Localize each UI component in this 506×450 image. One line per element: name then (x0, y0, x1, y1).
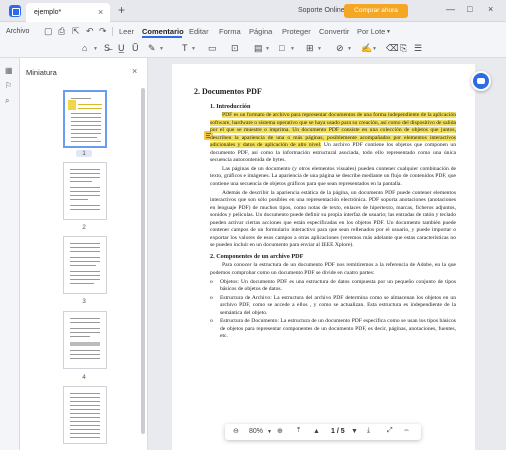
pdf-page: 2. Documentos PDF 1. Introducción PDF es… (172, 64, 475, 450)
text-tool-icon[interactable]: T (182, 43, 188, 53)
chevron-down-icon[interactable]: ▼ (347, 46, 352, 52)
thumbnail-number: 2 (82, 224, 86, 231)
comment-toolbar: ⌂ ▼ S̶ U̲ Ũ ✎ ▼ T ▼ ▭ ⊡ ▤ ▼ □ ▼ ⊞ ▼ ⊘ ▼ … (0, 40, 506, 58)
document-viewer: 2. Documentos PDF 1. Introducción PDF es… (148, 58, 506, 450)
ai-assistant-button[interactable] (471, 71, 491, 91)
pencil-icon[interactable]: ✎ (148, 43, 156, 54)
chevron-down-icon[interactable]: ▼ (191, 46, 196, 52)
tab-convertir[interactable]: Convertir (319, 27, 349, 36)
tab-close-icon[interactable]: × (98, 7, 103, 17)
panel-close-icon[interactable]: × (132, 66, 137, 76)
tab-forma[interactable]: Forma (219, 27, 241, 36)
chevron-down-icon[interactable]: ▼ (386, 29, 391, 35)
tab-leer[interactable]: Leer (119, 27, 134, 36)
thumbnail-number: 4 (82, 374, 86, 381)
document-heading: 2. Documentos PDF (194, 87, 262, 96)
share-icon[interactable]: ⇱ (72, 26, 80, 37)
left-icon-strip: ▦ ⚐ ⌕ (0, 58, 20, 450)
chevron-down-icon[interactable]: ▼ (267, 429, 272, 435)
highlight-mark (68, 100, 76, 110)
panel-title: Miniatura (26, 68, 57, 77)
menu-divider (112, 27, 113, 36)
section-heading: 1. Introducción (210, 102, 251, 110)
chevron-down-icon[interactable]: ▼ (159, 46, 164, 52)
fit-page-icon[interactable]: ⤢ (387, 427, 393, 435)
underline-icon[interactable]: U̲ (118, 43, 125, 53)
save-icon[interactable]: ▢ (44, 26, 53, 37)
next-page-icon[interactable]: ▼ (351, 428, 358, 435)
fit-width-icon[interactable]: ⇔ (403, 427, 410, 434)
thumbnail-page-3[interactable] (63, 236, 107, 294)
first-page-icon[interactable]: ⤒ (297, 427, 300, 435)
eraser-icon[interactable]: ⌫ (386, 43, 399, 54)
component-list: Objetos: Un documento PDF es una estruct… (194, 279, 456, 341)
attachment-icon[interactable]: ⎘ (400, 43, 407, 54)
tab-editar[interactable]: Editar (189, 27, 209, 36)
tab-por-lote[interactable]: Por Lote (357, 27, 385, 36)
shape-icon[interactable]: □ (279, 43, 284, 53)
undo-icon[interactable]: ↶ (86, 26, 94, 37)
menu-bar: Archivo ▢ ⎙ ⇱ ↶ ↷ Leer Comentario Editar… (0, 22, 506, 40)
tab-comentario[interactable]: Comentario (142, 27, 184, 36)
highlight-icon[interactable]: ⌂ (82, 43, 87, 53)
tab-pagina[interactable]: Página (249, 27, 272, 36)
archivo-menu[interactable]: Archivo (6, 28, 29, 35)
paragraph: Las páginas de un documento (y otros ele… (210, 165, 456, 188)
document-tab-label: ejemplo* (34, 9, 62, 16)
app-logo-icon (9, 5, 21, 17)
bookmark-icon[interactable]: ⚐ (5, 81, 12, 90)
signature-icon[interactable]: ✍ (361, 43, 372, 54)
buy-now-button[interactable]: Comprar ahora (344, 4, 408, 18)
chevron-down-icon[interactable]: ▼ (290, 46, 295, 52)
list-item: Objetos: Un documento PDF es una estruct… (210, 279, 456, 294)
redo-icon[interactable]: ↷ (99, 26, 107, 37)
list-item: Estructura de Documento: La estructura d… (210, 318, 456, 341)
thumbnail-page-1[interactable] (63, 90, 107, 148)
thumbnail-page-5[interactable] (63, 386, 107, 444)
thumbnail-number: 3 (82, 298, 86, 305)
page-indicator[interactable]: 1 / 5 (331, 428, 345, 435)
wavy-underline-icon[interactable]: Ũ (132, 43, 139, 53)
section-heading: 2. Componentes de un archivo PDF (210, 252, 304, 260)
zoom-level[interactable]: 80% (249, 428, 263, 435)
thumbnail-page-2[interactable] (63, 162, 107, 220)
new-tab-button[interactable]: + (118, 3, 125, 17)
comment-list-icon[interactable]: ☰ (414, 43, 422, 54)
thumbnail-page-4[interactable] (63, 311, 107, 369)
list-item: Estructura de Archivo: La estructura del… (210, 295, 456, 318)
page-navigation-bar: ⊖ 80% ▼ ⊕ ⤒ ▲ 1 / 5 ▼ ⤓ ⤢ ⇔ (225, 424, 421, 440)
title-bar: ejemplo* × + Soporte Online Comprar ahor… (0, 0, 506, 22)
zoom-out-icon[interactable]: ⊖ (233, 427, 239, 435)
thumbnail-panel: Miniatura × 1 2 3 4 (20, 58, 148, 450)
paragraph: PDF es un formato de archivo para repres… (194, 112, 456, 165)
search-icon[interactable]: ⌕ (5, 96, 9, 106)
document-tab[interactable]: ejemplo* × (26, 3, 110, 22)
prev-page-icon[interactable]: ▲ (313, 428, 320, 435)
note-icon[interactable]: ▤ (254, 43, 263, 54)
maximize-button[interactable]: □ (467, 4, 472, 14)
page-content: 2. Documentos PDF 1. Introducción PDF es… (194, 88, 456, 342)
strikethrough-icon[interactable]: S̶ (104, 43, 110, 53)
active-tab-indicator (142, 36, 182, 38)
chevron-down-icon[interactable]: ▼ (93, 46, 98, 52)
minimize-button[interactable]: — (446, 4, 455, 14)
chevron-down-icon[interactable]: ▼ (372, 46, 377, 52)
zoom-in-icon[interactable]: ⊕ (277, 427, 283, 435)
support-link[interactable]: Soporte Online (298, 7, 345, 14)
panel-scrollbar[interactable] (141, 88, 145, 434)
stamp-icon[interactable]: ⊘ (336, 43, 344, 54)
tab-proteger[interactable]: Proteger (282, 27, 311, 36)
thumbnails-icon[interactable]: ▦ (5, 66, 13, 75)
print-icon[interactable]: ⎙ (58, 26, 65, 37)
close-window-button[interactable]: × (488, 4, 493, 14)
last-page-icon[interactable]: ⤓ (367, 427, 370, 435)
callout-icon[interactable]: ⊡ (231, 43, 239, 54)
paragraph: Para conocer la estructura de un documen… (210, 262, 456, 277)
chevron-down-icon[interactable]: ▼ (265, 46, 270, 52)
thumbnail-number: 1 (76, 150, 92, 157)
paragraph: Además de describir la apariencia estáti… (210, 189, 456, 249)
chevron-down-icon[interactable]: ▼ (317, 46, 322, 52)
text-box-icon[interactable]: ▭ (208, 43, 217, 54)
measure-icon[interactable]: ⊞ (306, 43, 314, 54)
